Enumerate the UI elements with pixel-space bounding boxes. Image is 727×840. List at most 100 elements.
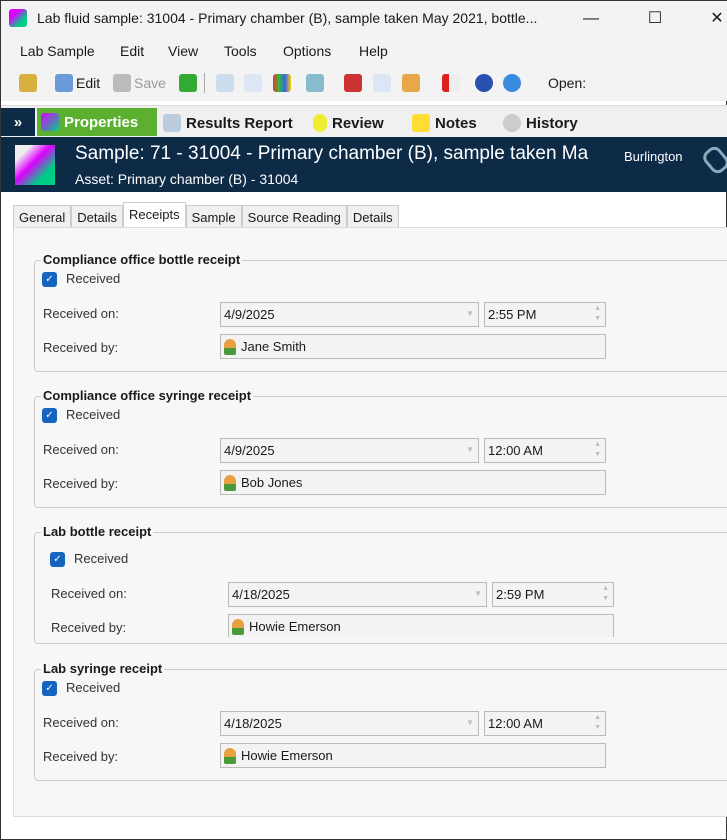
user-name: Bob Jones — [241, 475, 303, 490]
received-on-date-picker[interactable]: 4/18/2025 ▼ — [220, 711, 479, 736]
attachment-icon[interactable] — [699, 143, 727, 177]
received-label: Received — [66, 680, 121, 695]
group-title: Compliance office bottle receipt — [41, 252, 243, 267]
app-icon — [9, 9, 27, 27]
tab-details-2[interactable]: Details — [346, 205, 399, 228]
dropdown-arrow-icon[interactable]: ▼ — [466, 445, 474, 454]
close-button[interactable]: ✕ — [697, 5, 727, 33]
date-value: 4/18/2025 — [224, 716, 282, 731]
user-name: Howie Emerson — [241, 748, 333, 763]
collapse-button[interactable]: » — [1, 108, 35, 136]
copy-document-icon[interactable] — [244, 74, 262, 92]
open-label: Open: — [548, 75, 587, 91]
tab-general[interactable]: General — [13, 205, 72, 228]
received-label: Received — [74, 551, 129, 566]
up-folder-icon[interactable] — [19, 74, 37, 92]
received-by-field[interactable]: Howie Emerson — [220, 743, 606, 768]
user-icon — [232, 618, 244, 635]
nav-notes[interactable]: Notes — [408, 110, 481, 136]
nav-history[interactable]: History — [499, 110, 582, 136]
link-icon[interactable] — [306, 74, 324, 92]
received-on-time-picker[interactable]: 2:59 PM ▲ ▼ — [492, 582, 614, 607]
nav-properties[interactable]: Properties — [37, 108, 157, 136]
time-value: 12:00 AM — [488, 716, 543, 731]
history-icon — [503, 114, 521, 132]
date-value: 4/9/2025 — [224, 443, 275, 458]
spinner-icon[interactable]: ▲ ▼ — [594, 440, 601, 460]
tab-details[interactable]: Details — [71, 205, 123, 228]
report-icon — [163, 114, 181, 132]
maximize-button[interactable]: ☐ — [635, 5, 675, 33]
received-on-label: Received on: — [43, 715, 119, 730]
tab-strip: General Details Receipts Sample Source R… — [13, 202, 399, 228]
user-name: Howie Emerson — [249, 619, 341, 634]
notes-icon — [412, 114, 430, 132]
user-icon — [224, 747, 236, 764]
group-title: Lab syringe receipt — [41, 661, 165, 676]
spinner-icon[interactable]: ▲ ▼ — [594, 304, 601, 324]
nav-bar: » Properties Results Report Review Notes… — [1, 105, 727, 137]
menu-tools[interactable]: Tools — [224, 43, 257, 59]
received-checkbox[interactable]: ✓ — [42, 408, 57, 423]
new-document-icon[interactable] — [216, 74, 234, 92]
edit-button[interactable]: Edit — [55, 73, 100, 93]
dropdown-arrow-icon[interactable]: ▼ — [466, 718, 474, 727]
spinner-icon[interactable]: ▲ ▼ — [602, 584, 609, 604]
received-on-date-picker[interactable]: 4/9/2025 ▼ — [220, 302, 479, 327]
windows-icon[interactable] — [273, 74, 291, 92]
info-icon[interactable] — [503, 74, 521, 92]
user-icon — [224, 338, 236, 355]
menu-options[interactable]: Options — [283, 43, 331, 59]
received-by-field[interactable]: Howie Emerson — [228, 614, 614, 637]
record-header: Sample: 71 - 31004 - Primary chamber (B)… — [1, 137, 727, 192]
received-on-time-picker[interactable]: 2:55 PM ▲ ▼ — [484, 302, 606, 327]
received-on-label: Received on: — [51, 586, 127, 601]
receipt-group: ✓ Received Received on: 4/18/2025 ▼ 2:59 … — [34, 532, 727, 644]
tab-receipts[interactable]: Receipts — [123, 202, 186, 228]
date-value: 4/18/2025 — [232, 587, 290, 602]
cut-icon[interactable] — [344, 74, 362, 92]
received-on-time-picker[interactable]: 12:00 AM ▲ ▼ — [484, 438, 606, 463]
spinner-icon[interactable]: ▲ ▼ — [594, 713, 601, 733]
tab-source-reading[interactable]: Source Reading — [241, 205, 347, 228]
menu-help[interactable]: Help — [359, 43, 388, 59]
receipt-group: ✓ Received Received on: 4/9/2025 ▼ 2:55 P… — [34, 260, 727, 372]
menu-lab-sample[interactable]: Lab Sample — [20, 43, 95, 59]
received-checkbox[interactable]: ✓ — [42, 272, 57, 287]
paste-icon[interactable] — [402, 74, 420, 92]
received-by-label: Received by: — [51, 620, 127, 635]
receipt-group: ✓ Received Received on: 4/9/2025 ▼ 12:00 … — [34, 396, 727, 508]
properties-icon — [41, 113, 59, 131]
received-on-time-picker[interactable]: 12:00 AM ▲ ▼ — [484, 711, 606, 736]
received-by-field[interactable]: Bob Jones — [220, 470, 606, 495]
save-icon — [113, 74, 131, 92]
properties-label: Properties — [64, 113, 139, 131]
refresh-icon[interactable] — [179, 74, 197, 92]
tab-sample[interactable]: Sample — [185, 205, 242, 228]
copy-icon[interactable] — [373, 74, 391, 92]
menu-view[interactable]: View — [168, 43, 198, 59]
user-icon — [224, 474, 236, 491]
received-label: Received — [66, 407, 121, 422]
nav-results-report[interactable]: Results Report — [159, 110, 297, 136]
save-label: Save — [134, 75, 166, 91]
dropdown-arrow-icon[interactable]: ▼ — [474, 589, 482, 598]
toolbar: Edit Save Open: — [1, 65, 727, 101]
nav-review[interactable]: Review — [309, 110, 388, 136]
receipts-panel: ✓ Received Received on: 4/9/2025 ▼ 2:55 P… — [13, 227, 727, 817]
save-button[interactable]: Save — [113, 73, 166, 93]
report-icon[interactable] — [442, 74, 460, 92]
time-value: 2:59 PM — [496, 587, 545, 602]
minimize-button[interactable]: — — [571, 5, 611, 33]
received-checkbox[interactable]: ✓ — [42, 681, 57, 696]
window-title: Lab fluid sample: 31004 - Primary chambe… — [37, 10, 538, 26]
received-on-date-picker[interactable]: 4/18/2025 ▼ — [228, 582, 487, 607]
received-on-date-picker[interactable]: 4/9/2025 ▼ — [220, 438, 479, 463]
received-by-field[interactable]: Jane Smith — [220, 334, 606, 359]
user-name: Jane Smith — [241, 339, 307, 354]
received-label: Received — [66, 271, 121, 286]
help-icon[interactable] — [475, 74, 493, 92]
menu-edit[interactable]: Edit — [120, 43, 144, 59]
received-checkbox[interactable]: ✓ — [50, 552, 65, 567]
dropdown-arrow-icon[interactable]: ▼ — [466, 309, 474, 318]
